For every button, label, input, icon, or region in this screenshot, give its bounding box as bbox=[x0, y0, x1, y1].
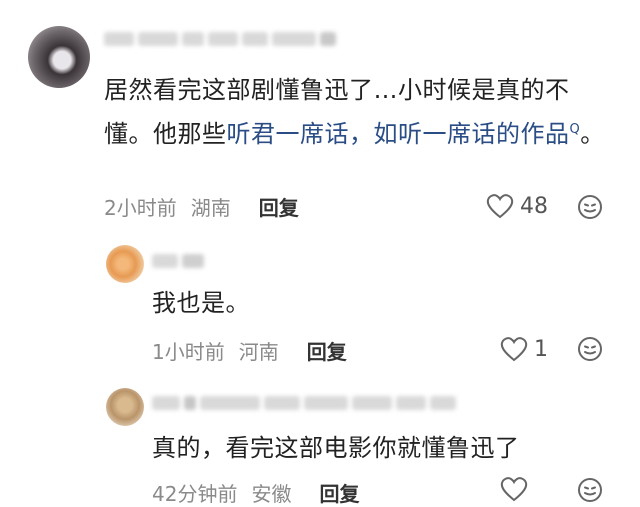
emoji-reaction-button[interactable] bbox=[576, 193, 604, 221]
emoji-reaction-icon bbox=[578, 337, 602, 361]
location: 湖南 bbox=[190, 196, 231, 220]
comment-text: 居然看完这部剧懂鲁迅了…小时候是真的不懂。他那些听君一席话，如听一席话的作品Q。 bbox=[104, 76, 605, 148]
heart-icon bbox=[500, 337, 528, 362]
search-link[interactable]: 听君一席话，如听一席话的作品 bbox=[227, 120, 570, 148]
like-count: 48 bbox=[520, 193, 548, 219]
emoji-reaction-button[interactable] bbox=[576, 476, 604, 504]
like-button[interactable]: 1 bbox=[500, 336, 548, 362]
avatar[interactable] bbox=[28, 26, 90, 88]
avatar[interactable] bbox=[106, 388, 144, 426]
timestamp: 42分钟前 bbox=[152, 482, 238, 506]
reply-button[interactable]: 回复 bbox=[319, 478, 359, 507]
emoji-reaction-icon bbox=[578, 478, 602, 502]
comment-meta: 2小时前 湖南 回复 bbox=[104, 192, 299, 221]
reply-button[interactable]: 回复 bbox=[259, 192, 299, 221]
username-blurred[interactable] bbox=[152, 396, 456, 410]
reply-text: 我也是。 bbox=[152, 289, 250, 317]
heart-icon bbox=[500, 477, 528, 502]
username-blurred[interactable] bbox=[152, 254, 204, 268]
reply-button[interactable]: 回复 bbox=[307, 336, 347, 365]
timestamp: 1小时前 bbox=[152, 340, 225, 364]
comment-meta: 1小时前 河南 回复 bbox=[152, 336, 347, 365]
location: 安徽 bbox=[251, 482, 292, 506]
heart-icon bbox=[486, 194, 514, 219]
emoji-reaction-icon bbox=[578, 195, 602, 219]
timestamp: 2小时前 bbox=[104, 196, 177, 220]
comment-meta: 42分钟前 安徽 回复 bbox=[152, 478, 359, 507]
emoji-reaction-button[interactable] bbox=[576, 335, 604, 363]
search-icon: Q bbox=[569, 122, 581, 137]
like-count: 1 bbox=[534, 336, 548, 362]
reply-text: 真的，看完这部电影你就懂鲁迅了 bbox=[152, 434, 520, 462]
avatar[interactable] bbox=[106, 245, 144, 283]
location: 河南 bbox=[238, 340, 279, 364]
like-button[interactable]: 48 bbox=[486, 193, 548, 219]
like-button[interactable] bbox=[500, 476, 534, 502]
username-blurred[interactable] bbox=[104, 32, 336, 46]
